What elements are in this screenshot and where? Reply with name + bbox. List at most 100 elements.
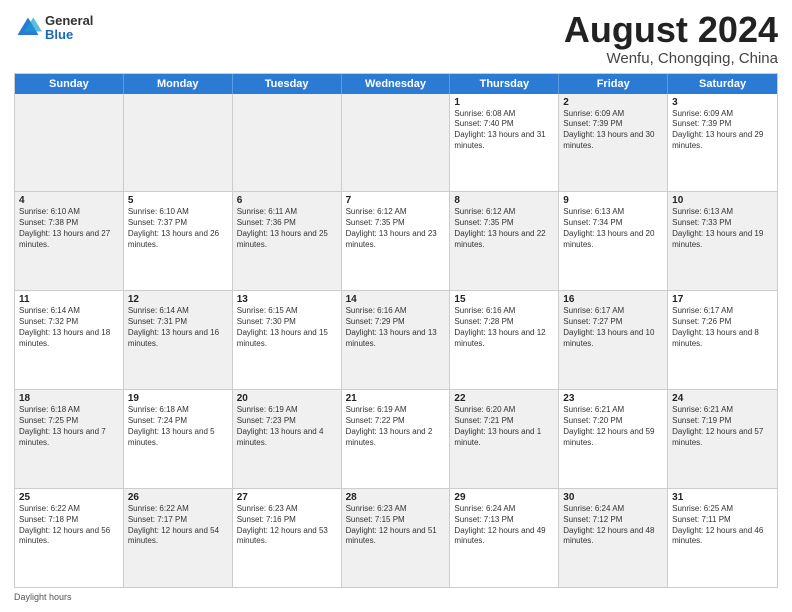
day-info: Sunrise: 6:20 AMSunset: 7:21 PMDaylight:… <box>454 405 554 448</box>
calendar-cell: 9Sunrise: 6:13 AMSunset: 7:34 PMDaylight… <box>559 192 668 290</box>
day-info: Sunrise: 6:16 AMSunset: 7:29 PMDaylight:… <box>346 306 446 349</box>
day-number: 28 <box>346 492 446 503</box>
calendar-header-cell: Friday <box>559 74 668 94</box>
calendar-cell: 16Sunrise: 6:17 AMSunset: 7:27 PMDayligh… <box>559 291 668 389</box>
day-number: 2 <box>563 97 663 108</box>
calendar-cell <box>124 94 233 192</box>
header: General Blue August 2024 Wenfu, Chongqin… <box>14 10 778 67</box>
day-number: 6 <box>237 195 337 206</box>
day-number: 31 <box>672 492 773 503</box>
calendar-cell: 4Sunrise: 6:10 AMSunset: 7:38 PMDaylight… <box>15 192 124 290</box>
day-number: 17 <box>672 294 773 305</box>
day-info: Sunrise: 6:19 AMSunset: 7:23 PMDaylight:… <box>237 405 337 448</box>
day-info: Sunrise: 6:24 AMSunset: 7:13 PMDaylight:… <box>454 504 554 547</box>
calendar: SundayMondayTuesdayWednesdayThursdayFrid… <box>14 73 778 588</box>
calendar-cell <box>342 94 451 192</box>
day-info: Sunrise: 6:24 AMSunset: 7:12 PMDaylight:… <box>563 504 663 547</box>
footer-label: Daylight hours <box>14 592 72 602</box>
calendar-week: 25Sunrise: 6:22 AMSunset: 7:18 PMDayligh… <box>15 489 777 587</box>
calendar-cell: 20Sunrise: 6:19 AMSunset: 7:23 PMDayligh… <box>233 390 342 488</box>
calendar-cell: 10Sunrise: 6:13 AMSunset: 7:33 PMDayligh… <box>668 192 777 290</box>
calendar-body: 1Sunrise: 6:08 AMSunset: 7:40 PMDaylight… <box>15 94 777 587</box>
day-info: Sunrise: 6:18 AMSunset: 7:25 PMDaylight:… <box>19 405 119 448</box>
calendar-cell: 2Sunrise: 6:09 AMSunset: 7:39 PMDaylight… <box>559 94 668 192</box>
calendar-cell: 22Sunrise: 6:20 AMSunset: 7:21 PMDayligh… <box>450 390 559 488</box>
calendar-header-cell: Sunday <box>15 74 124 94</box>
day-number: 25 <box>19 492 119 503</box>
day-number: 19 <box>128 393 228 404</box>
day-number: 20 <box>237 393 337 404</box>
day-info: Sunrise: 6:21 AMSunset: 7:20 PMDaylight:… <box>563 405 663 448</box>
day-info: Sunrise: 6:10 AMSunset: 7:37 PMDaylight:… <box>128 207 228 250</box>
day-number: 15 <box>454 294 554 305</box>
title-month: August 2024 <box>564 10 778 50</box>
logo: General Blue <box>14 14 93 43</box>
calendar-cell: 18Sunrise: 6:18 AMSunset: 7:25 PMDayligh… <box>15 390 124 488</box>
logo-general: General <box>45 14 93 28</box>
day-number: 27 <box>237 492 337 503</box>
calendar-cell: 6Sunrise: 6:11 AMSunset: 7:36 PMDaylight… <box>233 192 342 290</box>
day-number: 1 <box>454 97 554 108</box>
day-info: Sunrise: 6:25 AMSunset: 7:11 PMDaylight:… <box>672 504 773 547</box>
day-number: 13 <box>237 294 337 305</box>
title-block: August 2024 Wenfu, Chongqing, China <box>564 10 778 67</box>
calendar-header-cell: Saturday <box>668 74 777 94</box>
calendar-cell: 27Sunrise: 6:23 AMSunset: 7:16 PMDayligh… <box>233 489 342 587</box>
day-info: Sunrise: 6:23 AMSunset: 7:16 PMDaylight:… <box>237 504 337 547</box>
day-number: 18 <box>19 393 119 404</box>
day-number: 10 <box>672 195 773 206</box>
calendar-header-cell: Wednesday <box>342 74 451 94</box>
day-info: Sunrise: 6:10 AMSunset: 7:38 PMDaylight:… <box>19 207 119 250</box>
day-info: Sunrise: 6:14 AMSunset: 7:32 PMDaylight:… <box>19 306 119 349</box>
day-number: 8 <box>454 195 554 206</box>
day-number: 16 <box>563 294 663 305</box>
day-info: Sunrise: 6:23 AMSunset: 7:15 PMDaylight:… <box>346 504 446 547</box>
day-info: Sunrise: 6:15 AMSunset: 7:30 PMDaylight:… <box>237 306 337 349</box>
day-info: Sunrise: 6:17 AMSunset: 7:27 PMDaylight:… <box>563 306 663 349</box>
calendar-cell: 1Sunrise: 6:08 AMSunset: 7:40 PMDaylight… <box>450 94 559 192</box>
day-info: Sunrise: 6:14 AMSunset: 7:31 PMDaylight:… <box>128 306 228 349</box>
day-info: Sunrise: 6:12 AMSunset: 7:35 PMDaylight:… <box>454 207 554 250</box>
calendar-week: 11Sunrise: 6:14 AMSunset: 7:32 PMDayligh… <box>15 291 777 390</box>
day-info: Sunrise: 6:19 AMSunset: 7:22 PMDaylight:… <box>346 405 446 448</box>
day-number: 24 <box>672 393 773 404</box>
calendar-week: 18Sunrise: 6:18 AMSunset: 7:25 PMDayligh… <box>15 390 777 489</box>
day-number: 5 <box>128 195 228 206</box>
day-number: 4 <box>19 195 119 206</box>
day-info: Sunrise: 6:12 AMSunset: 7:35 PMDaylight:… <box>346 207 446 250</box>
calendar-cell: 24Sunrise: 6:21 AMSunset: 7:19 PMDayligh… <box>668 390 777 488</box>
calendar-header: SundayMondayTuesdayWednesdayThursdayFrid… <box>15 74 777 94</box>
day-number: 21 <box>346 393 446 404</box>
calendar-cell: 7Sunrise: 6:12 AMSunset: 7:35 PMDaylight… <box>342 192 451 290</box>
calendar-cell: 3Sunrise: 6:09 AMSunset: 7:39 PMDaylight… <box>668 94 777 192</box>
calendar-header-cell: Tuesday <box>233 74 342 94</box>
day-info: Sunrise: 6:22 AMSunset: 7:17 PMDaylight:… <box>128 504 228 547</box>
calendar-cell: 8Sunrise: 6:12 AMSunset: 7:35 PMDaylight… <box>450 192 559 290</box>
footer: Daylight hours <box>14 592 778 602</box>
day-number: 3 <box>672 97 773 108</box>
calendar-cell: 17Sunrise: 6:17 AMSunset: 7:26 PMDayligh… <box>668 291 777 389</box>
calendar-cell: 30Sunrise: 6:24 AMSunset: 7:12 PMDayligh… <box>559 489 668 587</box>
logo-blue: Blue <box>45 28 93 42</box>
calendar-cell: 21Sunrise: 6:19 AMSunset: 7:22 PMDayligh… <box>342 390 451 488</box>
calendar-cell: 23Sunrise: 6:21 AMSunset: 7:20 PMDayligh… <box>559 390 668 488</box>
calendar-cell: 14Sunrise: 6:16 AMSunset: 7:29 PMDayligh… <box>342 291 451 389</box>
day-number: 14 <box>346 294 446 305</box>
day-number: 9 <box>563 195 663 206</box>
day-info: Sunrise: 6:09 AMSunset: 7:39 PMDaylight:… <box>563 109 663 152</box>
calendar-cell: 15Sunrise: 6:16 AMSunset: 7:28 PMDayligh… <box>450 291 559 389</box>
page: General Blue August 2024 Wenfu, Chongqin… <box>0 0 792 612</box>
calendar-header-cell: Monday <box>124 74 233 94</box>
calendar-week: 4Sunrise: 6:10 AMSunset: 7:38 PMDaylight… <box>15 192 777 291</box>
day-number: 26 <box>128 492 228 503</box>
calendar-cell: 19Sunrise: 6:18 AMSunset: 7:24 PMDayligh… <box>124 390 233 488</box>
day-info: Sunrise: 6:11 AMSunset: 7:36 PMDaylight:… <box>237 207 337 250</box>
logo-icon <box>14 14 42 42</box>
calendar-cell: 26Sunrise: 6:22 AMSunset: 7:17 PMDayligh… <box>124 489 233 587</box>
calendar-cell <box>233 94 342 192</box>
day-number: 22 <box>454 393 554 404</box>
day-info: Sunrise: 6:17 AMSunset: 7:26 PMDaylight:… <box>672 306 773 349</box>
calendar-cell: 12Sunrise: 6:14 AMSunset: 7:31 PMDayligh… <box>124 291 233 389</box>
day-number: 30 <box>563 492 663 503</box>
calendar-header-cell: Thursday <box>450 74 559 94</box>
